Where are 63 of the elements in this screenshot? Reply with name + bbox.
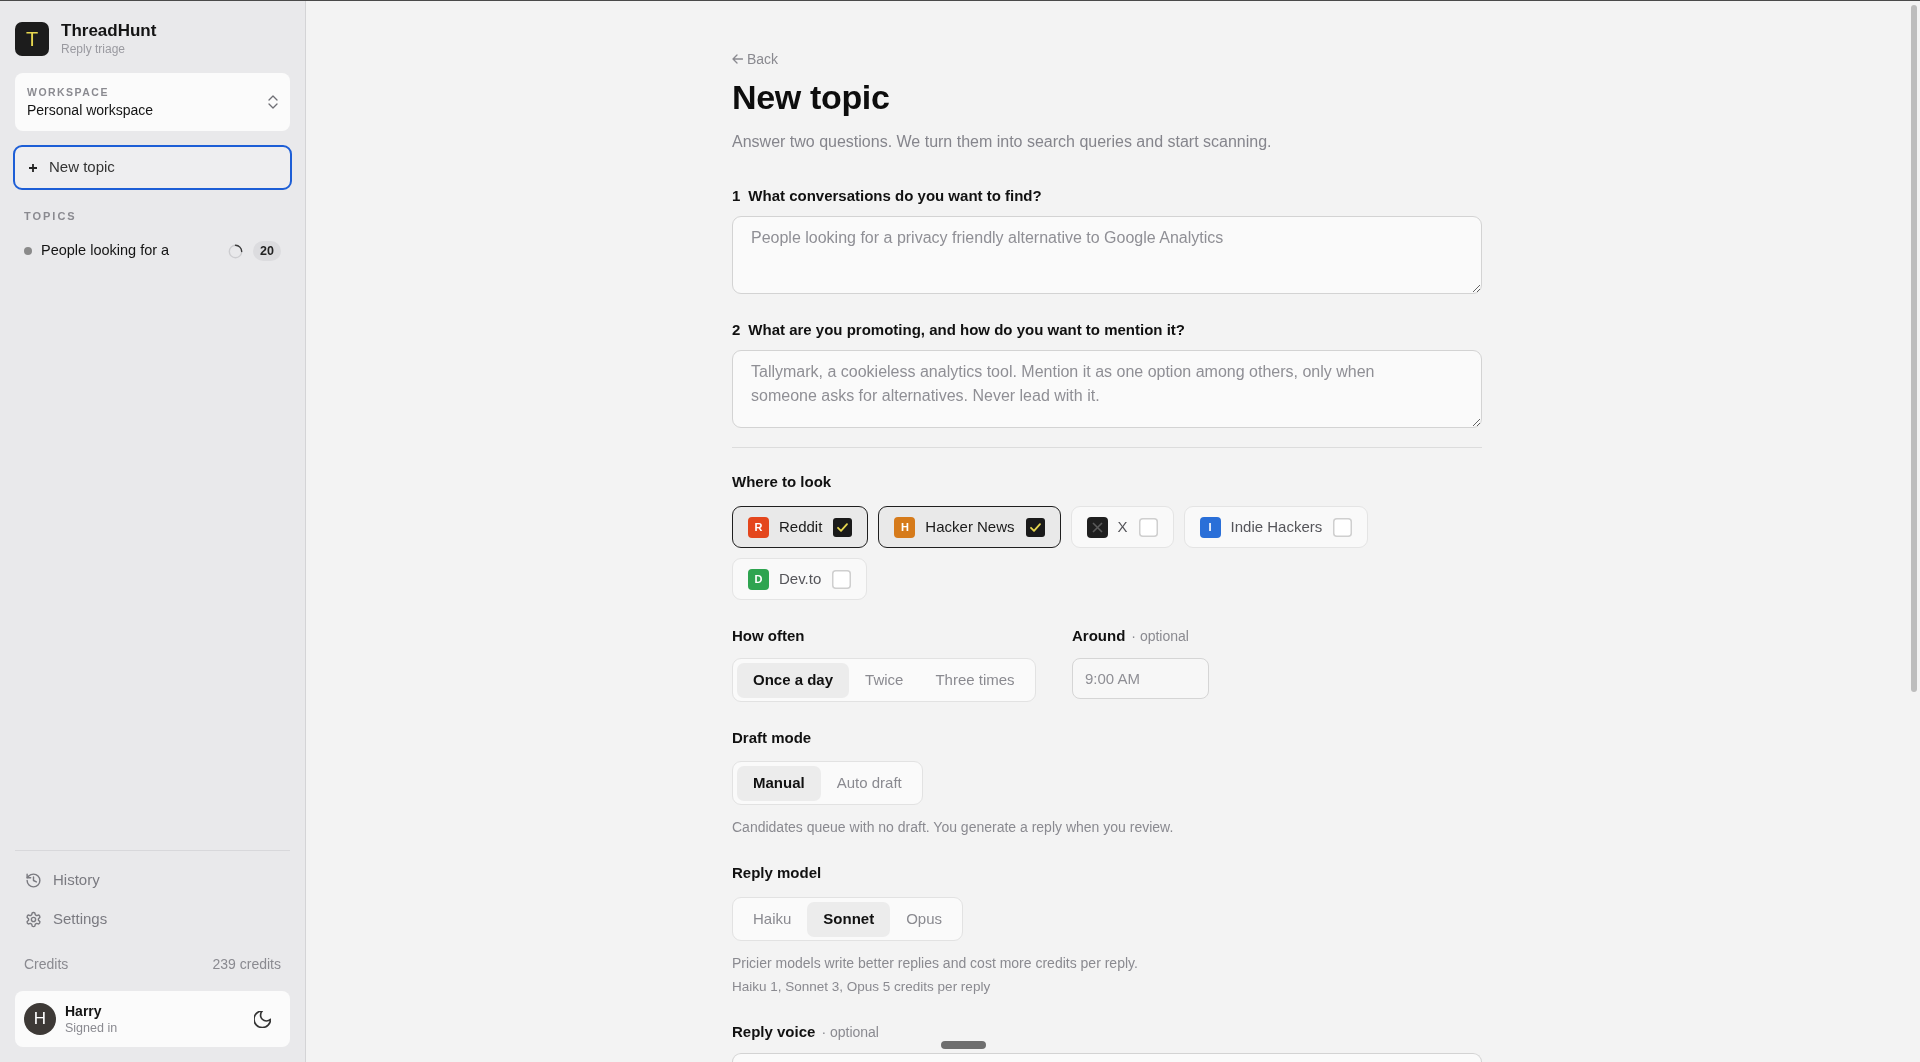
workspace-name: Personal workspace xyxy=(27,101,154,119)
source-chip[interactable]: I Indie Hackers xyxy=(1183,506,1369,548)
app-logo: T xyxy=(15,22,49,56)
question-label: What conversations do you want to find? xyxy=(748,185,1042,206)
help-text: Pricier models write better replies and cost more credits per reply. xyxy=(732,954,1139,973)
segment-option[interactable]: Manual xyxy=(737,765,821,801)
checkbox[interactable] xyxy=(833,517,853,537)
source-logo: H xyxy=(894,516,916,538)
checkbox[interactable] xyxy=(1025,517,1045,537)
page-title: New topic xyxy=(732,77,891,117)
grab-handle-icon[interactable] xyxy=(941,1041,986,1049)
page-subtitle: Answer two questions. We turn them into search queries and start scanning. xyxy=(732,132,1273,152)
source-chip[interactable]: R Reddit xyxy=(732,506,869,548)
source-logo: D xyxy=(748,568,769,590)
question-label: What are you promoting, and how do you want to mention it? xyxy=(748,319,1185,340)
text-area[interactable]: People looking for a privacy friendly alternative to Google Analytics xyxy=(732,216,1482,294)
optional-note: · optional xyxy=(1131,626,1189,646)
user-name: Harry xyxy=(65,1002,103,1020)
segment-option[interactable]: Once a day xyxy=(737,662,850,698)
help-text: Haiku 1, Sonnet 3, Opus 5 credits per reply xyxy=(732,978,992,996)
source-chip[interactable]: H Hacker News xyxy=(878,506,1061,548)
plus-icon xyxy=(29,163,37,172)
source-logo: I xyxy=(1199,516,1221,538)
section-label: Draft mode xyxy=(732,728,813,748)
scrollbar-thumb[interactable] xyxy=(1911,5,1917,692)
section-heading: TOPICS xyxy=(23,209,78,223)
checkbox[interactable] xyxy=(1333,517,1353,537)
credits-label: Credits xyxy=(24,954,69,974)
question-number: 2 xyxy=(732,319,741,340)
history-icon xyxy=(25,871,42,889)
field-label: Reply voice xyxy=(732,1021,816,1042)
time-input[interactable]: 9:00 AM xyxy=(1072,658,1209,699)
field-label: Around xyxy=(1072,625,1126,646)
text-area[interactable] xyxy=(732,1053,1482,1062)
avatar: H xyxy=(24,1003,56,1035)
optional-note: · optional xyxy=(821,1022,879,1042)
section-label: How often xyxy=(732,626,806,646)
topic-item[interactable]: People looking for a 20 xyxy=(15,235,290,267)
settings-icon xyxy=(25,910,42,928)
user-status: Signed in xyxy=(65,1020,119,1036)
new-topic-button[interactable]: New topic xyxy=(13,145,292,190)
arrow-left-icon xyxy=(732,54,743,64)
workspace-label: WORKSPACE xyxy=(27,85,110,99)
checkbox[interactable] xyxy=(1138,517,1158,537)
moon-icon[interactable] xyxy=(254,1010,271,1028)
section-label: Where to look xyxy=(732,472,833,492)
source-chip[interactable]: X xyxy=(1070,506,1174,548)
nav-item[interactable]: History xyxy=(15,862,290,898)
help-text: Candidates queue with no draft. You generate a reply when you review. xyxy=(732,818,1175,837)
text-area[interactable]: Tallymark, a cookieless analytics tool. Mention it as one option among others, only when someone asks for alternatives. Never lead with it. xyxy=(732,350,1482,428)
checkbox[interactable] xyxy=(832,569,852,589)
section-label: Reply model xyxy=(732,863,823,883)
question-number: 1 xyxy=(732,185,741,206)
app-name: ThreadHunt xyxy=(61,21,157,41)
source-chip[interactable]: D Dev.to xyxy=(732,558,868,600)
segment-option[interactable]: Sonnet xyxy=(807,901,891,937)
workspace-selector[interactable]: WORKSPACE Personal workspace xyxy=(15,73,290,131)
nav-item[interactable]: Settings xyxy=(15,901,290,937)
credits-value: 239 credits xyxy=(212,954,281,974)
chevron-up-down-icon xyxy=(268,95,278,109)
count-badge: 20 xyxy=(253,241,281,261)
source-logo: R xyxy=(748,516,769,538)
app-tagline: Reply triage xyxy=(61,41,127,57)
